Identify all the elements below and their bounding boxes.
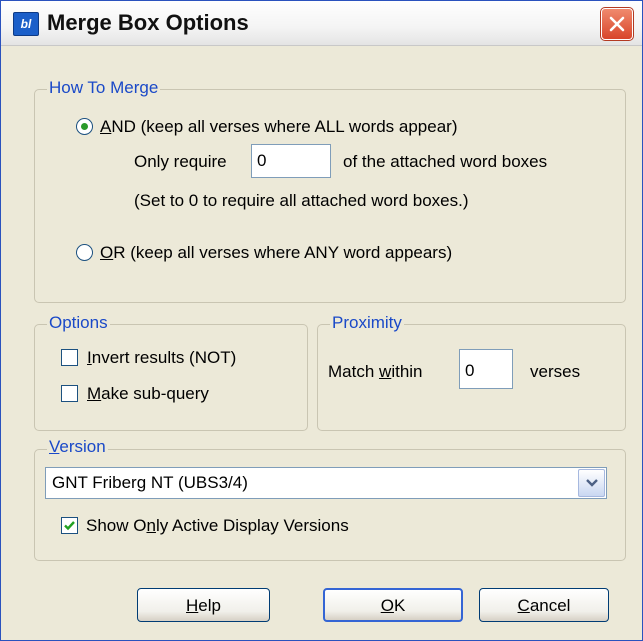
only-require-label: Only require [134, 152, 227, 171]
checkmark-icon [64, 521, 75, 531]
ok-button[interactable]: OK [323, 588, 463, 622]
or-radio-label[interactable]: OR (keep all verses where ANY word appea… [100, 243, 452, 263]
chevron-down-icon [586, 479, 598, 487]
make-subquery-checkbox[interactable] [61, 385, 78, 402]
window-title: Merge Box Options [47, 10, 249, 35]
verses-label: verses [530, 362, 581, 381]
version-title: Version [47, 437, 108, 457]
options-group [34, 324, 308, 431]
version-select[interactable]: GNT Friberg NT (UBS3/4) [45, 467, 607, 499]
options-title: Options [47, 313, 110, 333]
invert-results-label[interactable]: Invert results (NOT) [87, 348, 236, 368]
help-button[interactable]: Help [137, 588, 270, 622]
invert-results-checkbox[interactable] [61, 349, 78, 366]
require-hint: (Set to 0 to require all attached word b… [134, 191, 469, 210]
how-to-merge-title: How To Merge [47, 78, 161, 98]
close-button[interactable] [600, 7, 634, 41]
and-radio[interactable] [76, 118, 93, 135]
proximity-input[interactable] [459, 349, 513, 389]
close-icon [609, 16, 625, 32]
proximity-title: Proximity [330, 313, 404, 333]
cancel-button[interactable]: Cancel [479, 588, 609, 622]
show-active-versions-checkbox[interactable] [61, 517, 78, 534]
and-radio-label[interactable]: AND (keep all verses where ALL words app… [100, 117, 458, 137]
title-bar[interactable]: bl Merge Box Options [1, 1, 642, 46]
match-within-label: Match within [328, 362, 423, 381]
version-selected-value: GNT Friberg NT (UBS3/4) [52, 473, 248, 492]
only-require-input[interactable] [251, 144, 331, 178]
attached-word-boxes-label: of the attached word boxes [343, 152, 548, 171]
show-active-versions-label[interactable]: Show Only Active Display Versions [86, 516, 349, 536]
version-dropdown-button[interactable] [578, 469, 605, 497]
app-icon: bl [13, 12, 39, 36]
version-group [34, 449, 626, 561]
make-subquery-label[interactable]: Make sub-query [87, 384, 209, 404]
or-radio[interactable] [76, 244, 93, 261]
radio-selected-dot [81, 123, 88, 130]
merge-box-options-dialog: bl Merge Box Options How To Merge AND (k… [0, 0, 643, 641]
